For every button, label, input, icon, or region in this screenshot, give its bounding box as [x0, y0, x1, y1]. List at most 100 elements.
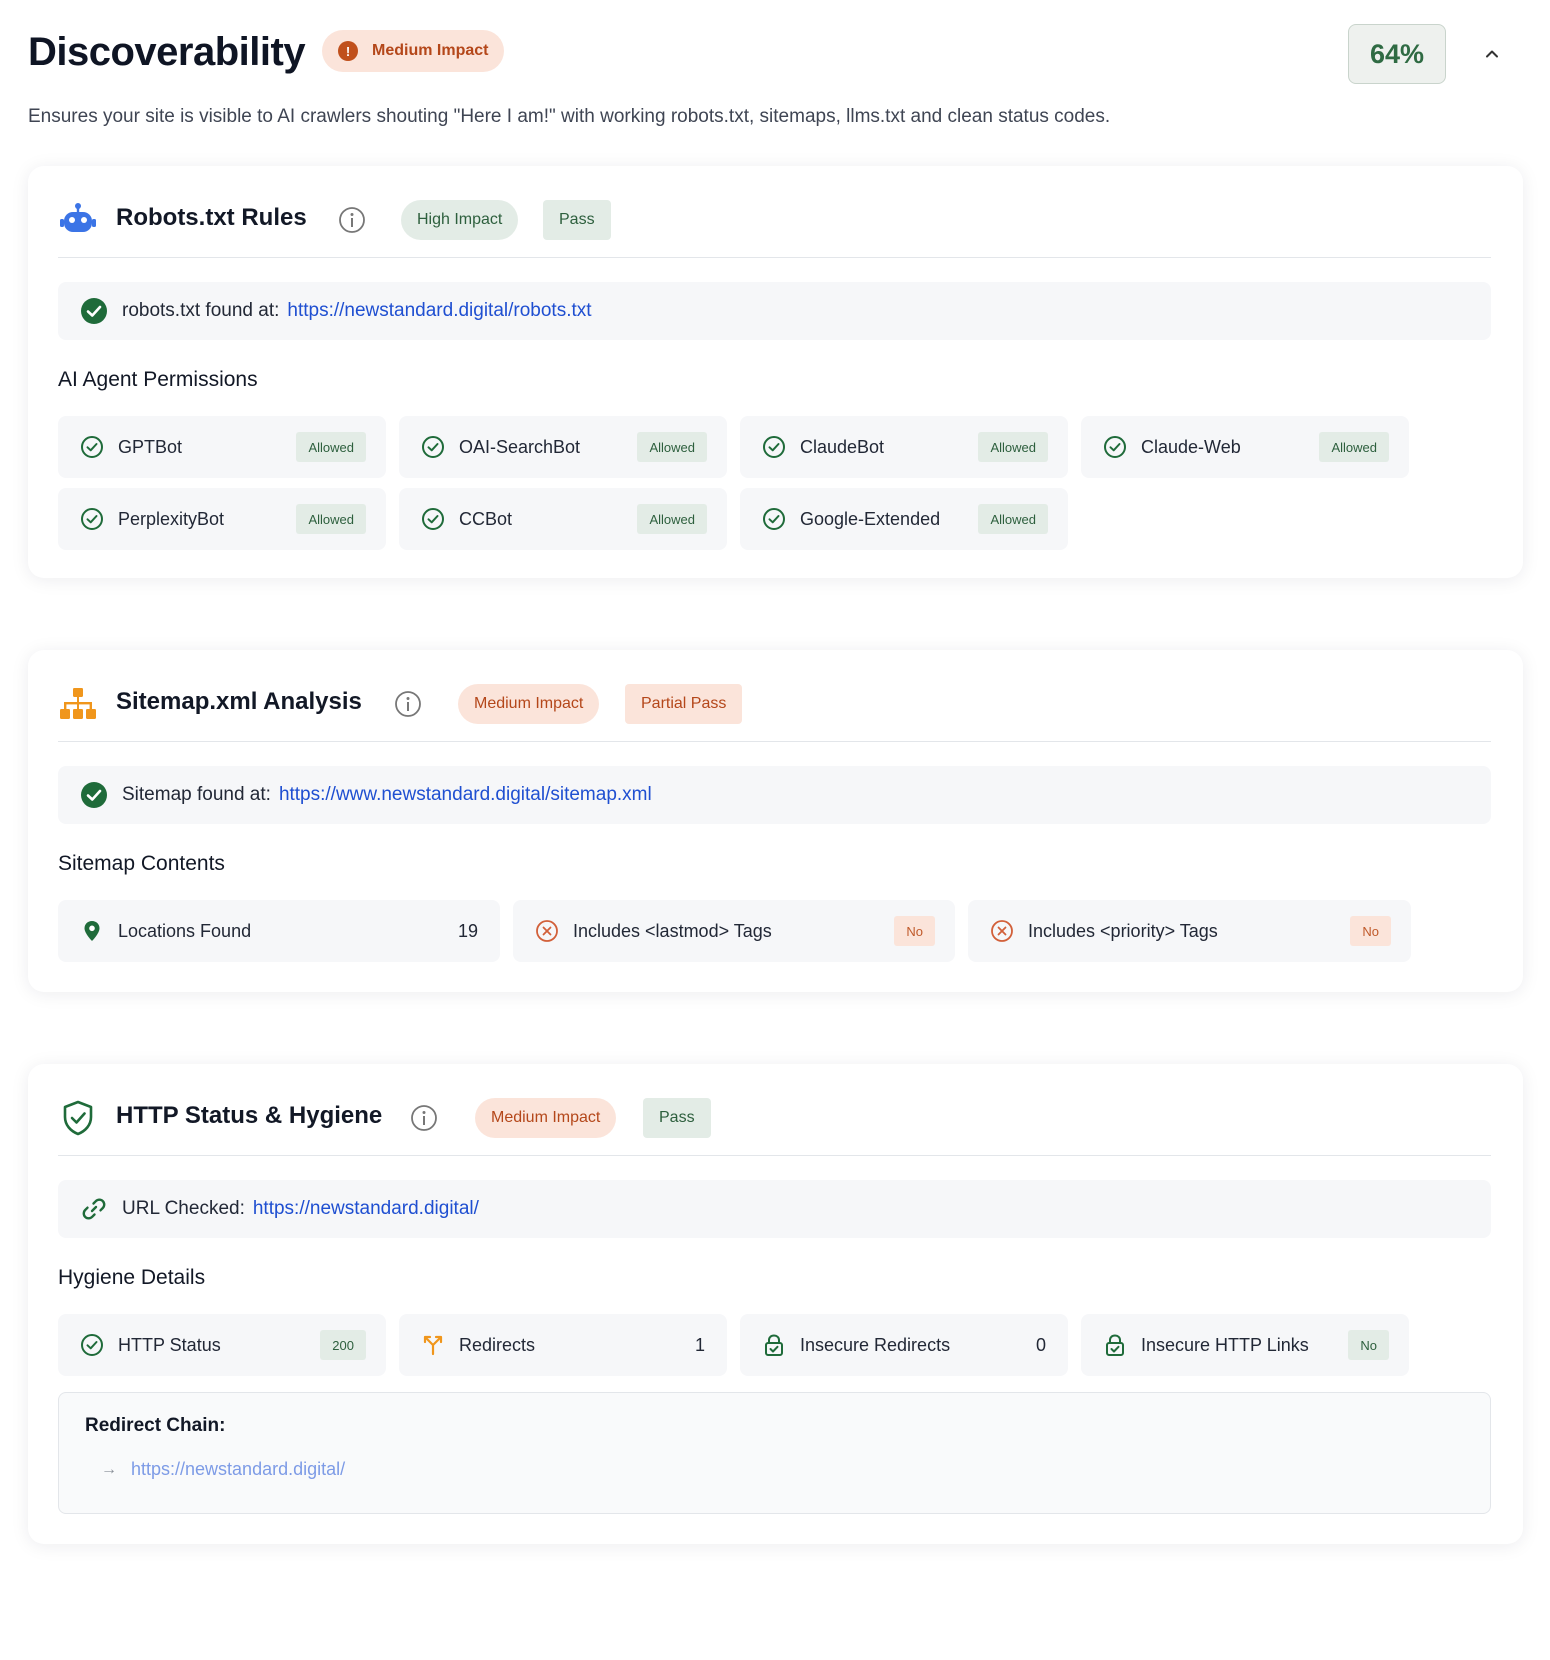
collapse-button[interactable]	[1480, 42, 1504, 66]
impact-badge-label: Medium Impact	[372, 42, 489, 59]
x-circle-icon	[536, 920, 558, 942]
sitemap-item-name: Locations Found	[118, 920, 252, 941]
hygiene-item: Redirects 1	[399, 1314, 727, 1376]
robots-found-bar: robots.txt found at: https://newstandard…	[58, 282, 1491, 340]
sitemap-title: Sitemap.xml Analysis	[116, 688, 362, 715]
agent-tile: GPTBot Allowed	[58, 416, 386, 478]
sitemap-item: Includes <priority> Tags No	[968, 900, 1411, 962]
hygiene-item-name: Redirects	[459, 1334, 536, 1355]
robot-icon	[60, 203, 96, 232]
section-description: Ensures your site is visible to AI crawl…	[28, 106, 1111, 127]
sitemap-item: Locations Found 19	[58, 900, 500, 962]
score-badge: 64%	[1348, 24, 1446, 84]
check-circle-filled-icon	[81, 782, 107, 808]
hygiene-item-value: 0	[1035, 1334, 1046, 1355]
shield-check-icon	[63, 1100, 93, 1136]
check-circle-icon	[81, 436, 103, 458]
sitemap-item-value: 19	[457, 920, 478, 941]
sitemap-card: Sitemap.xml Analysis Medium Impact Parti…	[28, 650, 1523, 992]
check-circle-icon	[763, 508, 785, 530]
http-status-badge: Pass	[643, 1098, 711, 1138]
info-icon[interactable]	[338, 206, 366, 234]
agent-tile: CCBot Allowed	[399, 488, 727, 550]
hygiene-item-value: 1	[694, 1334, 705, 1355]
agent-tile: Claude-Web Allowed	[1081, 416, 1409, 478]
hygiene-title: Hygiene Details	[58, 1266, 206, 1289]
info-icon[interactable]	[410, 1104, 438, 1132]
agent-name: Claude-Web	[1141, 436, 1241, 457]
url-checked-label: URL Checked:	[122, 1198, 245, 1219]
redirect-chain-title: Redirect Chain:	[85, 1415, 226, 1436]
sitemap-item: Includes <lastmod> Tags No	[513, 900, 955, 962]
agent-status-badge: Allowed	[978, 504, 1048, 534]
robots-title: Robots.txt Rules	[116, 204, 307, 231]
sitemap-found-bar: Sitemap found at: https://www.newstandar…	[58, 766, 1491, 824]
hygiene-item: Insecure Redirects 0	[740, 1314, 1068, 1376]
sitemap-card-header: Sitemap.xml Analysis Medium Impact Parti…	[58, 650, 1491, 742]
check-circle-filled-icon	[81, 298, 107, 324]
check-circle-icon	[763, 436, 785, 458]
agent-status-badge: Allowed	[296, 504, 366, 534]
sitemap-contents-title: Sitemap Contents	[58, 852, 225, 875]
hygiene-item: Insecure HTTP Links No	[1081, 1314, 1409, 1376]
hygiene-item-value: No	[1348, 1330, 1389, 1360]
redirect-split-icon	[423, 1335, 443, 1356]
redirect-chain-item: → https://newstandard.digital/	[101, 1459, 345, 1480]
hygiene-item-name: Insecure HTTP Links	[1141, 1334, 1309, 1355]
robots-found-label: robots.txt found at:	[122, 300, 280, 321]
link-icon	[82, 1198, 106, 1220]
agent-status-badge: Allowed	[637, 432, 707, 462]
sitemap-impact-badge: Medium Impact	[458, 684, 600, 724]
x-circle-icon	[991, 920, 1013, 942]
sitemap-status-badge: Partial Pass	[625, 684, 743, 724]
hygiene-item-name: Insecure Redirects	[800, 1334, 951, 1355]
sitemap-item-value: No	[894, 916, 935, 946]
agent-status-badge: Allowed	[978, 432, 1048, 462]
agent-status-badge: Allowed	[1319, 432, 1389, 462]
http-impact-badge: Medium Impact	[475, 1098, 617, 1138]
info-icon[interactable]	[394, 690, 422, 718]
check-circle-icon	[422, 436, 444, 458]
agent-name: ClaudeBot	[800, 436, 885, 457]
section-header: Discoverability ! Medium Impact 64%	[28, 20, 1508, 90]
sitemap-item-name: Includes <lastmod> Tags	[573, 920, 772, 941]
lock-check-icon	[765, 1334, 783, 1356]
agent-tile: Google-Extended Allowed	[740, 488, 1068, 550]
agent-tile: OAI-SearchBot Allowed	[399, 416, 727, 478]
agent-name: GPTBot	[118, 436, 183, 457]
agent-name: PerplexityBot	[118, 508, 225, 529]
page-title: Discoverability	[28, 30, 306, 74]
alert-icon: !	[338, 41, 358, 61]
permissions-title: AI Agent Permissions	[58, 368, 258, 391]
hygiene-item-value: 200	[320, 1330, 366, 1360]
robots-impact-badge: High Impact	[401, 200, 519, 240]
robots-status-badge: Pass	[543, 200, 611, 240]
sitemap-item-value: No	[1350, 916, 1391, 946]
robots-card-header: Robots.txt Rules High Impact Pass	[58, 166, 1491, 258]
agent-name: Google-Extended	[800, 508, 941, 529]
sitemap-icon	[60, 688, 96, 719]
http-card-header: HTTP Status & Hygiene Medium Impact Pass	[58, 1064, 1491, 1156]
agent-name: CCBot	[459, 508, 513, 529]
arrow-right-icon: →	[101, 1460, 117, 1478]
sitemap-item-name: Includes <priority> Tags	[1028, 920, 1218, 941]
agent-tile: ClaudeBot Allowed	[740, 416, 1068, 478]
url-checked-link[interactable]: https://newstandard.digital/	[253, 1198, 479, 1220]
robots-url-link[interactable]: https://newstandard.digital/robots.txt	[287, 300, 591, 322]
check-circle-icon	[422, 508, 444, 530]
robots-card: Robots.txt Rules High Impact Pass robots…	[28, 166, 1523, 578]
redirect-chain-box: Redirect Chain: → https://newstandard.di…	[58, 1392, 1491, 1514]
hygiene-item-name: HTTP Status	[118, 1334, 221, 1355]
check-circle-icon	[1104, 436, 1126, 458]
agent-tile: PerplexityBot Allowed	[58, 488, 386, 550]
agent-name: OAI-SearchBot	[459, 436, 581, 457]
http-card: HTTP Status & Hygiene Medium Impact Pass…	[28, 1064, 1523, 1544]
redirect-chain-url[interactable]: https://newstandard.digital/	[131, 1459, 345, 1480]
chevron-up-icon	[1486, 50, 1498, 58]
hygiene-item: HTTP Status 200	[58, 1314, 386, 1376]
check-circle-icon	[81, 1334, 103, 1356]
sitemap-url-link[interactable]: https://www.newstandard.digital/sitemap.…	[279, 784, 652, 806]
lock-check-icon	[1106, 1334, 1124, 1356]
http-title: HTTP Status & Hygiene	[116, 1102, 383, 1129]
sitemap-found-label: Sitemap found at:	[122, 784, 271, 805]
